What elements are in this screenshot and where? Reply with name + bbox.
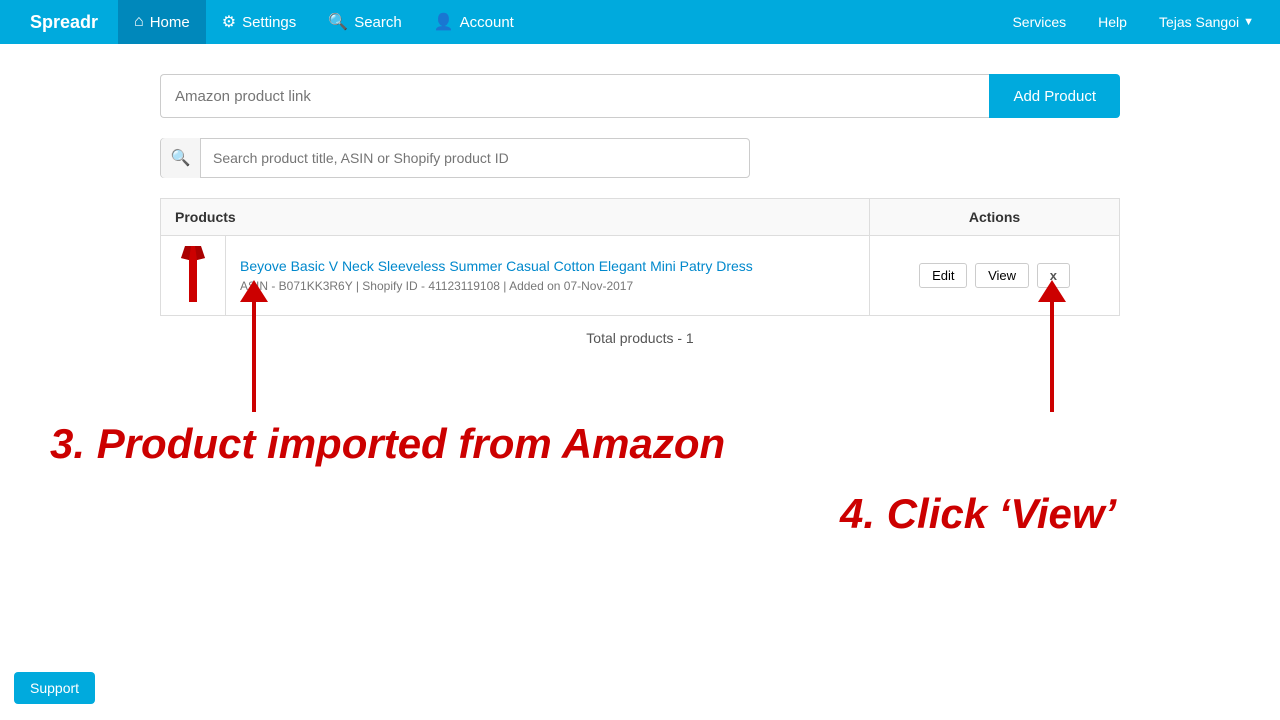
view-button[interactable]: View	[975, 263, 1029, 288]
navbar-brand[interactable]: Spreadr	[10, 12, 118, 33]
search-icon-box[interactable]: 🔍	[161, 138, 201, 178]
table-header: Products Actions	[161, 199, 1120, 236]
nav-help[interactable]: Help	[1082, 0, 1143, 44]
amazon-link-input[interactable]	[160, 74, 989, 118]
product-search-input[interactable]	[201, 150, 749, 166]
nav-home[interactable]: ⌂ Home	[118, 0, 206, 44]
total-products: Total products - 1	[160, 330, 1120, 346]
product-image-cell	[161, 236, 226, 316]
delete-button[interactable]: x	[1037, 263, 1070, 288]
col-products: Products	[161, 199, 870, 236]
products-table: Products Actions Beyove Basic V Neck Sle…	[160, 198, 1120, 316]
nav-search[interactable]: 🔍 Search	[312, 0, 417, 44]
annotation-step4: 4. Click ‘View’	[840, 490, 1116, 538]
edit-button[interactable]: Edit	[919, 263, 967, 288]
chevron-down-icon: ▼	[1243, 16, 1254, 28]
product-search-row: 🔍	[160, 138, 750, 178]
settings-icon: ⚙	[222, 12, 236, 32]
nav-account[interactable]: 👤 Account	[418, 0, 530, 44]
annotation-step3: 3. Product imported from Amazon	[50, 420, 725, 468]
support-button[interactable]: Support	[14, 672, 95, 704]
product-actions-cell: Edit View x	[870, 236, 1120, 316]
nav-services[interactable]: Services	[996, 0, 1082, 44]
product-title-link[interactable]: Beyove Basic V Neck Sleeveless Summer Ca…	[240, 258, 855, 274]
nav-user[interactable]: Tejas Sangoi ▼	[1143, 0, 1270, 44]
product-info-cell: Beyove Basic V Neck Sleeveless Summer Ca…	[226, 236, 870, 316]
table-row: Beyove Basic V Neck Sleeveless Summer Ca…	[161, 236, 1120, 316]
table-body: Beyove Basic V Neck Sleeveless Summer Ca…	[161, 236, 1120, 316]
search-nav-icon: 🔍	[328, 12, 348, 32]
account-icon: 👤	[434, 12, 454, 32]
product-image	[175, 246, 211, 302]
navbar: Spreadr ⌂ Home ⚙ Settings 🔍 Search 👤 Acc…	[0, 0, 1280, 44]
navbar-right: Services Help Tejas Sangoi ▼	[996, 0, 1270, 44]
home-icon: ⌂	[134, 13, 144, 31]
nav-settings[interactable]: ⚙ Settings	[206, 0, 313, 44]
add-product-button[interactable]: Add Product	[989, 74, 1120, 118]
main-content: Add Product 🔍 Products Actions	[0, 44, 1280, 376]
col-actions: Actions	[870, 199, 1120, 236]
product-meta: ASIN - B071KK3R6Y | Shopify ID - 4112311…	[240, 279, 633, 293]
search-icon: 🔍	[171, 148, 191, 168]
add-product-row: Add Product	[160, 74, 1120, 118]
